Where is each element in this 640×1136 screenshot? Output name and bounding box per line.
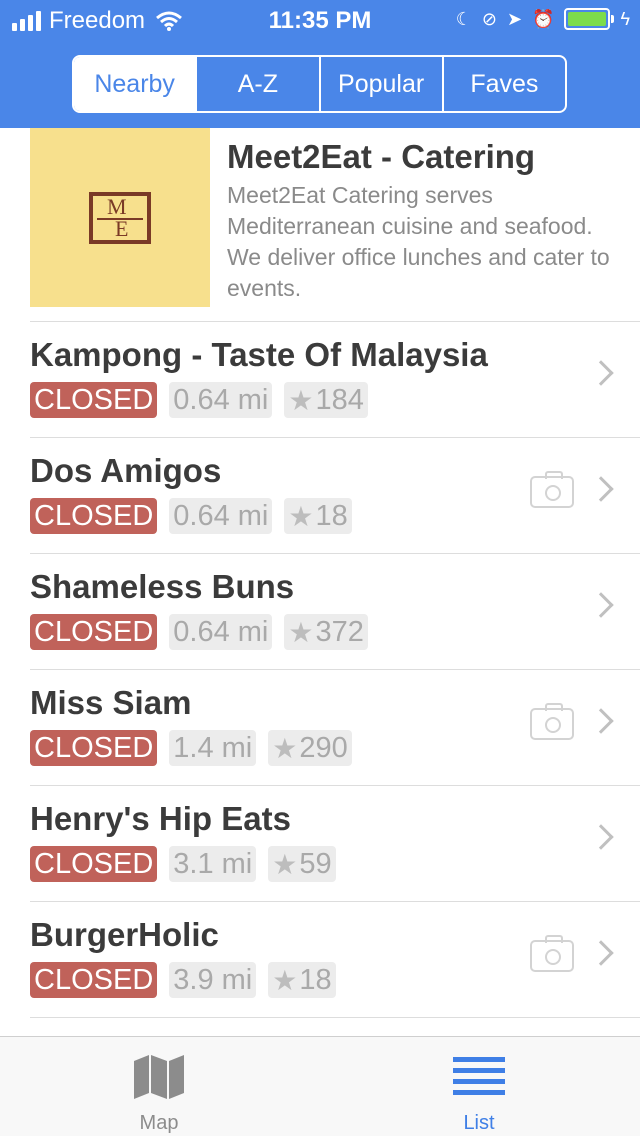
badges: CLOSED 3.9 mi ★ 18 (30, 962, 336, 998)
tab-map-label: Map (139, 1112, 179, 1134)
badges: CLOSED 3.1 mi ★ 59 (30, 846, 336, 882)
status-bar: Freedom 11:35 PM ☾ ⊘ ➤ ⏰ ϟ (0, 0, 640, 40)
badges: CLOSED 1.4 mi ★ 290 (30, 730, 352, 766)
list-icon (453, 1057, 505, 1097)
app-header: Freedom 11:35 PM ☾ ⊘ ➤ ⏰ ϟ Nearby A-Z Po… (0, 0, 640, 128)
badges: CLOSED 0.64 mi ★ 184 (30, 382, 368, 418)
segment-a-z[interactable]: A-Z (197, 57, 321, 111)
star-icon: ★ (288, 384, 314, 416)
chevron-right-icon (588, 824, 614, 850)
status-badge: CLOSED (30, 498, 158, 534)
chevron-right-icon (588, 360, 614, 386)
distance-badge: 3.1 mi (169, 846, 257, 882)
camera-icon (530, 471, 574, 508)
status-badge: CLOSED (30, 846, 158, 882)
location-icon: ➤ (506, 8, 523, 29)
status-badge: CLOSED (30, 962, 158, 998)
segment-nearby[interactable]: Nearby (74, 57, 198, 111)
rating-badge: ★ 184 (284, 382, 368, 418)
status-badge: CLOSED (30, 730, 158, 766)
chevron-right-icon (588, 708, 614, 734)
distance-badge: 0.64 mi (169, 382, 273, 418)
tab-bar: Map List (0, 1036, 640, 1136)
sort-segmented-control: Nearby A-Z Popular Faves (72, 55, 567, 113)
rating-badge: ★ 372 (284, 614, 368, 650)
rating-badge: ★ 18 (284, 498, 352, 534)
distance-badge: 0.64 mi (169, 614, 273, 650)
star-icon: ★ (288, 500, 314, 532)
rating-badge: ★ 59 (268, 846, 336, 882)
restaurant-name: Kampong - Taste Of Malaysia (30, 336, 488, 373)
chevron-right-icon (588, 476, 614, 502)
featured-description: Meet2Eat Catering serves Mediterranean c… (227, 182, 610, 301)
chevron-right-icon (588, 940, 614, 966)
badges: CLOSED 0.64 mi ★ 372 (30, 614, 368, 650)
star-icon: ★ (288, 616, 314, 648)
camera-icon (530, 703, 574, 740)
segment-faves[interactable]: Faves (444, 57, 565, 111)
alarm-icon: ⏰ (532, 8, 555, 29)
status-badge: CLOSED (30, 614, 158, 650)
distance-badge: 3.9 mi (169, 962, 257, 998)
distance-badge: 1.4 mi (169, 730, 257, 766)
meet2eat-logo-icon: M E (89, 191, 151, 244)
badges: CLOSED 0.64 mi ★ 18 (30, 498, 352, 534)
status-badge: CLOSED (30, 382, 158, 418)
charging-icon: ϟ (620, 8, 630, 29)
star-icon: ★ (272, 848, 298, 880)
list-item[interactable]: Shameless Buns CLOSED 0.64 mi ★ 372 (30, 554, 640, 670)
restaurant-name: Henry's Hip Eats (30, 800, 291, 837)
segment-popular[interactable]: Popular (321, 57, 444, 111)
featured-logo: M E (30, 128, 210, 307)
list-item[interactable]: Dos Amigos CLOSED 0.64 mi ★ 18 (30, 438, 640, 554)
camera-icon (530, 935, 574, 972)
restaurant-name: Miss Siam (30, 684, 192, 721)
star-icon: ★ (272, 964, 298, 996)
rotation-lock-icon: ⊘ (481, 8, 497, 29)
list-item[interactable]: Henry's Hip Eats CLOSED 3.1 mi ★ 59 (30, 786, 640, 902)
restaurant-name: Dos Amigos (30, 452, 222, 489)
featured-listing[interactable]: M E Meet2Eat - Catering Meet2Eat Caterin… (30, 128, 640, 322)
list-item[interactable]: BurgerHolic CLOSED 3.9 mi ★ 18 (30, 902, 640, 1018)
tab-map[interactable]: Map (79, 1037, 239, 1136)
map-icon (134, 1055, 184, 1099)
rating-badge: ★ 18 (268, 962, 336, 998)
restaurant-name: BurgerHolic (30, 916, 219, 953)
rating-badge: ★ 290 (268, 730, 352, 766)
list-item[interactable]: Miss Siam CLOSED 1.4 mi ★ 290 (30, 670, 640, 786)
battery-icon (564, 8, 615, 30)
tab-list[interactable]: List (399, 1037, 559, 1136)
restaurant-name: Shameless Buns (30, 568, 295, 605)
chevron-right-icon (588, 592, 614, 618)
distance-badge: 0.64 mi (169, 498, 273, 534)
restaurant-list: Kampong - Taste Of Malaysia CLOSED 0.64 … (0, 322, 640, 1018)
tab-list-label: List (463, 1112, 495, 1134)
featured-title: Meet2Eat - Catering (227, 138, 536, 175)
status-icons: ☾ ⊘ ➤ ⏰ ϟ (456, 8, 630, 30)
star-icon: ★ (272, 732, 298, 764)
list-item[interactable]: Kampong - Taste Of Malaysia CLOSED 0.64 … (30, 322, 640, 438)
moon-icon: ☾ (455, 8, 472, 29)
